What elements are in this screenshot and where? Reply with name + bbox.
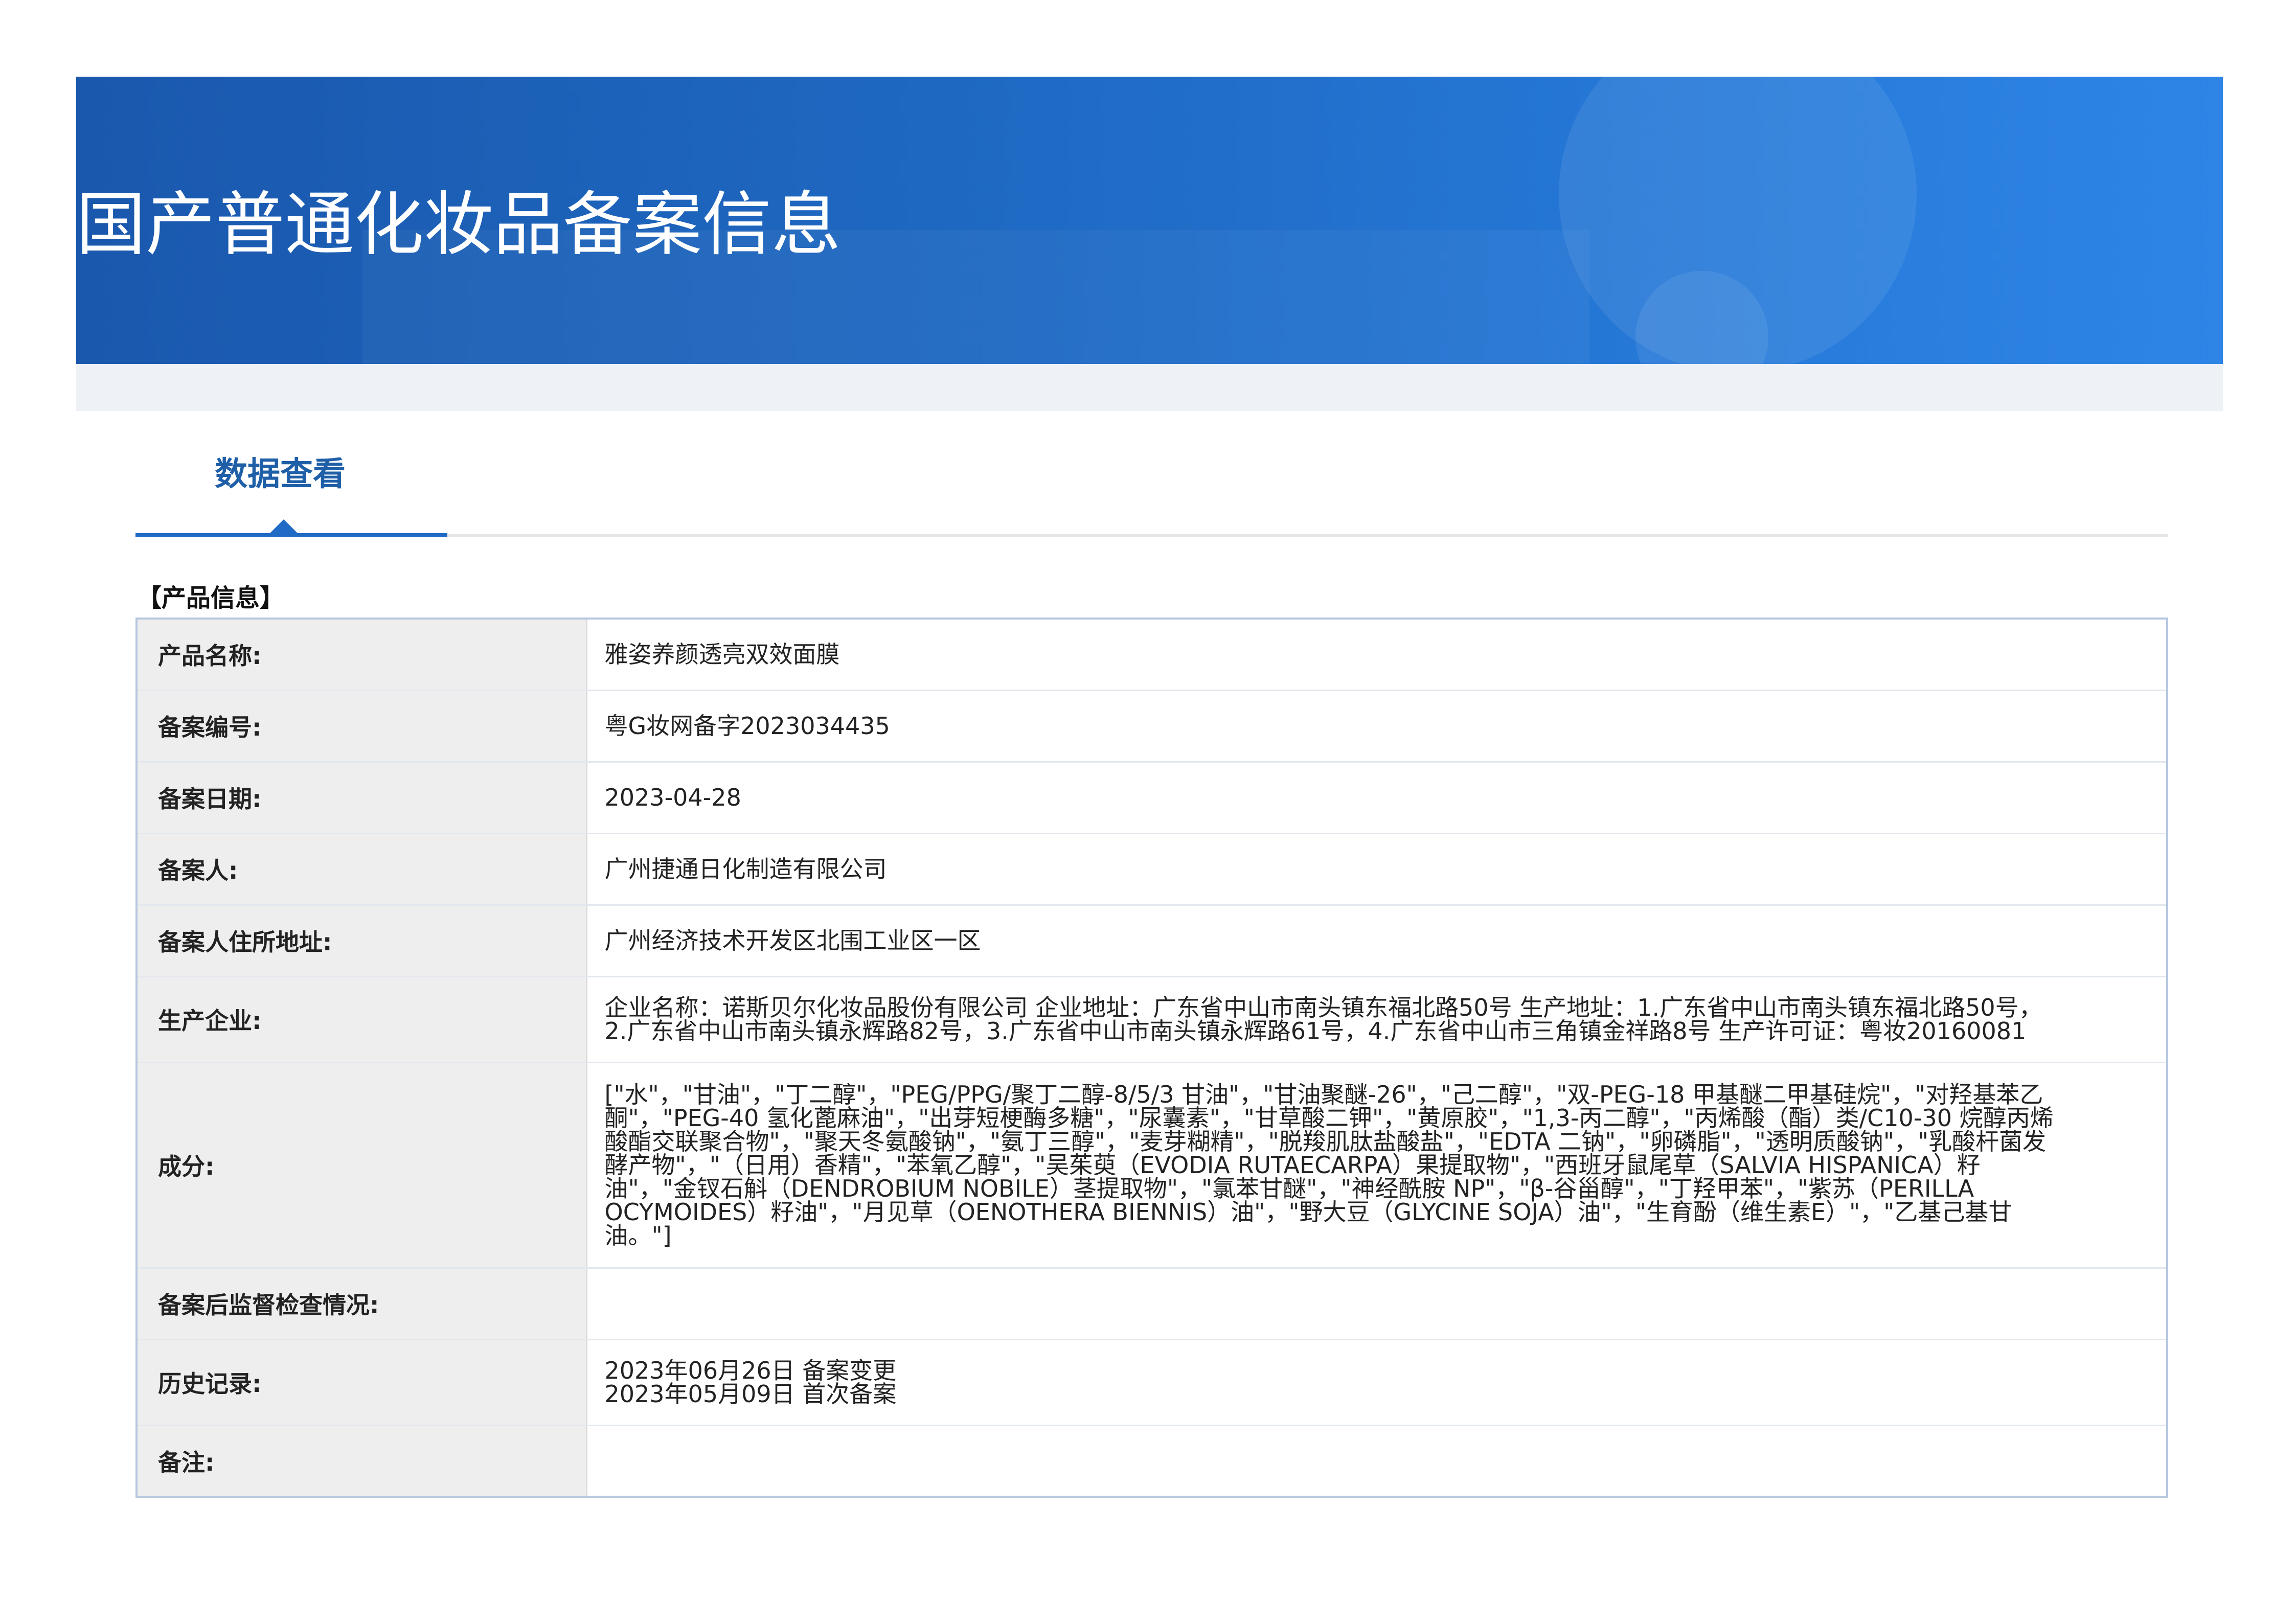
section-title: 【产品信息】: [137, 584, 285, 612]
row-label: 历史记录:: [137, 1339, 587, 1426]
banner-strip: [76, 364, 2223, 411]
header-banner: 国产普通化妆品备案信息: [76, 77, 2223, 364]
row-label: 成分:: [137, 1062, 587, 1269]
row-value: 粤G妆网备字2023034435: [586, 690, 2167, 763]
row-label: 产品名称:: [137, 619, 587, 691]
tab-data-view[interactable]: 数据查看: [215, 458, 346, 491]
history-entry: 2023年06月26日 备案变更: [604, 1357, 897, 1384]
history-entry: 2023年05月09日 首次备案: [604, 1380, 897, 1408]
row-label: 备案人住所地址:: [137, 905, 587, 977]
row-label: 备案后监督检查情况:: [137, 1268, 587, 1340]
page-title: 国产普通化妆品备案信息: [76, 185, 841, 265]
table-row: 历史记录: 2023年06月26日 备案变更 2023年05月09日 首次备案: [137, 1339, 2167, 1426]
tab-bar: 数据查看: [135, 450, 2168, 538]
row-value: 企业名称：诺斯贝尔化妆品股份有限公司 企业地址：广东省中山市南头镇东福北路50号…: [586, 976, 2167, 1063]
table-row: 备案人: 广州捷通日化制造有限公司: [137, 833, 2167, 906]
row-value: 广州捷通日化制造有限公司: [586, 833, 2167, 906]
table-row: 备注:: [137, 1425, 2167, 1497]
row-label: 备案日期:: [137, 762, 587, 834]
row-value: 2023-04-28: [586, 762, 2167, 834]
product-info-table: 产品名称: 雅姿养颜透亮双效面膜 备案编号: 粤G妆网备字2023034435 …: [135, 618, 2168, 1498]
row-value: 2023年06月26日 备案变更 2023年05月09日 首次备案: [586, 1339, 2167, 1426]
row-value: 广州经济技术开发区北围工业区一区: [586, 905, 2167, 977]
row-label: 备案编号:: [137, 690, 587, 763]
row-value: ["水"，"甘油"，"丁二醇"，"PEG/PPG/聚丁二醇-8/5/3 甘油"，…: [586, 1062, 2167, 1269]
tab-caret-icon: [269, 519, 298, 534]
row-label: 备注:: [137, 1425, 587, 1497]
table-row: 产品名称: 雅姿养颜透亮双效面膜: [137, 619, 2167, 691]
tab-active-indicator: [135, 533, 447, 537]
table-row: 生产企业: 企业名称：诺斯贝尔化妆品股份有限公司 企业地址：广东省中山市南头镇东…: [137, 976, 2167, 1063]
row-label: 生产企业:: [137, 976, 587, 1063]
row-label: 备案人:: [137, 833, 587, 906]
table-row: 备案后监督检查情况:: [137, 1268, 2167, 1340]
row-value: [586, 1268, 2167, 1340]
table-row: 备案人住所地址: 广州经济技术开发区北围工业区一区: [137, 905, 2167, 977]
table-row: 成分: ["水"，"甘油"，"丁二醇"，"PEG/PPG/聚丁二醇-8/5/3 …: [137, 1062, 2167, 1269]
table-row: 备案日期: 2023-04-28: [137, 762, 2167, 834]
row-value: 雅姿养颜透亮双效面膜: [586, 619, 2167, 691]
table-row: 备案编号: 粤G妆网备字2023034435: [137, 690, 2167, 763]
row-value: [586, 1425, 2167, 1497]
